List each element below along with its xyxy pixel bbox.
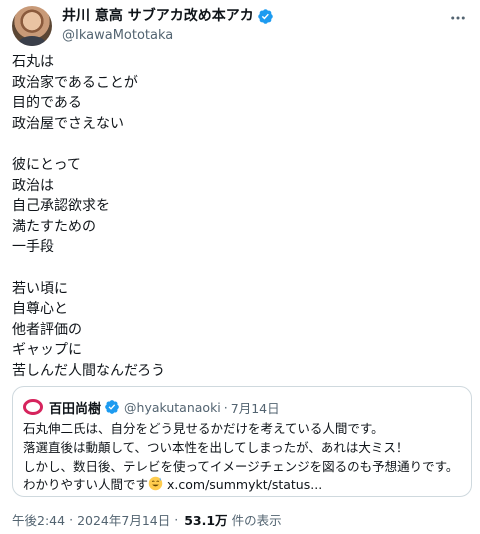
user-avatar[interactable]	[12, 6, 52, 46]
meta-separator: ·	[69, 512, 74, 527]
quoted-user-avatar[interactable]	[23, 399, 43, 415]
quoted-verified-badge-icon	[105, 400, 119, 414]
quoted-line: 石丸伸二氏は、自分をどう見せるかだけを考えている人間です。	[23, 421, 384, 436]
author-display-name[interactable]: 井川 意高 サブアカ改め本アカ	[62, 7, 254, 26]
quoted-line: しかし、数日後、テレビを使ってイメージチェンジを図るのも予想通りです。	[23, 458, 459, 474]
quoted-tweet-body: 石丸伸二氏は、自分をどう見せるかだけを考えている人間です。 落選直後は動顛して、…	[23, 420, 467, 495]
quoted-tweet[interactable]: 百田尚樹 @hyakutanaoki · 7月14日 石丸伸二氏は、自分をどう見…	[12, 386, 472, 497]
quoted-last-line-text: わかりやすい人間です	[23, 477, 149, 493]
author-names: 井川 意高 サブアカ改め本アカ @IkawaMototaka	[62, 7, 274, 45]
quoted-separator: ·	[223, 399, 228, 415]
verified-badge-icon	[257, 9, 273, 24]
more-horizontal-icon	[451, 16, 465, 20]
tweet-time[interactable]: 午後2:44	[12, 510, 65, 529]
view-count: 53.1万	[184, 513, 228, 528]
quoted-tweet-header: 百田尚樹 @hyakutanaoki · 7月14日	[23, 398, 280, 417]
tweet-text: 石丸は 政治家であることが 目的である 政治屋でさえない 彼にとって 政治は 自…	[12, 54, 166, 379]
quoted-line: 落選直後は動顛して、つい本性を出してしまったが、あれは大ミス！	[23, 439, 409, 455]
quoted-date[interactable]: 7月14日	[231, 398, 280, 417]
view-count-label: 件の表示	[231, 513, 282, 528]
quoted-display-name[interactable]: 百田尚樹	[49, 398, 101, 417]
sweat-smile-emoji-icon	[148, 477, 163, 491]
more-options-button[interactable]	[448, 8, 468, 28]
quoted-link[interactable]: x.com/summykt/status...	[167, 477, 322, 492]
tweet-date[interactable]: 2024年7月14日	[77, 510, 170, 529]
meta-separator: ·	[174, 512, 179, 527]
tweet-meta: 午後2:44 · 2024年7月14日 · 53.1万 件の表示	[12, 510, 282, 529]
author-name-row: 井川 意高 サブアカ改め本アカ	[62, 7, 274, 26]
quoted-line-last: わかりやすい人間です x.com/summykt/status...	[23, 476, 467, 495]
quoted-handle: @hyakutanaoki	[124, 399, 221, 415]
author-handle[interactable]: @IkawaMototaka	[62, 27, 274, 45]
tweet-header: 井川 意高 サブアカ改め本アカ @IkawaMototaka	[12, 6, 468, 46]
